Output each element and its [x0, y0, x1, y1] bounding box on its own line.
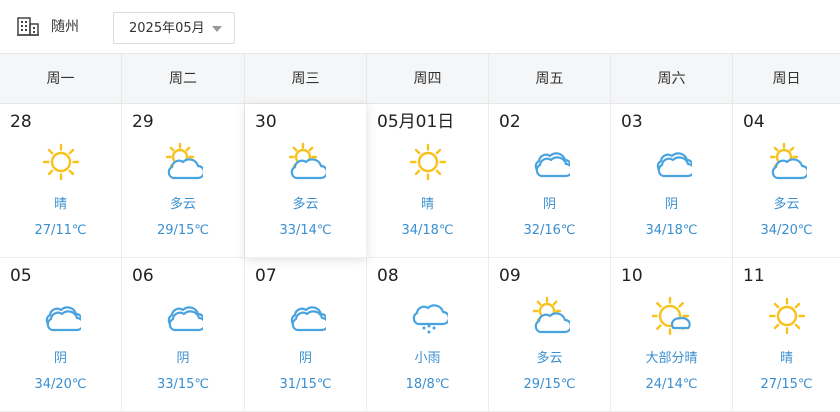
- day-date: 03: [621, 112, 643, 132]
- weather-condition: 阴: [176, 351, 190, 366]
- temperature-range: 29/15℃: [156, 223, 210, 238]
- cloudy-icon: [530, 142, 573, 182]
- temperature-range: 27/15℃: [760, 377, 813, 392]
- weather-condition: 晴: [779, 351, 793, 366]
- temperature-range: 29/15℃: [523, 377, 576, 392]
- day-date: 04: [743, 112, 765, 132]
- weather-condition: 多云: [169, 197, 196, 212]
- temperature-range: 24/14℃: [645, 377, 698, 392]
- day-date: 10: [621, 266, 643, 286]
- weekday-label: 周四: [367, 54, 489, 104]
- temperature-range: 33/15℃: [156, 377, 210, 392]
- partly-cloudy-icon: [286, 142, 328, 182]
- day-cell[interactable]: 03 阴 34/18℃: [611, 104, 733, 258]
- chevron-down-icon: [212, 26, 222, 32]
- weather-condition: 小雨: [414, 351, 441, 366]
- city-name[interactable]: 随州: [51, 18, 79, 36]
- day-cell[interactable]: 05月01日晴 34/18℃: [367, 104, 489, 258]
- day-date: 06: [132, 266, 154, 286]
- weekday-label: 周日: [772, 71, 801, 87]
- calendar-grid: 28 晴 27/11℃ 29 多云 29/15℃ 30 多云 33/14℃ 05月01日晴 34/1…: [0, 104, 840, 412]
- light-rain-icon: [408, 296, 450, 336]
- day-cell[interactable]: 10 大部分晴 24/14℃: [611, 258, 733, 412]
- weather-condition: 多云: [292, 197, 319, 212]
- cloudy-icon: [163, 296, 207, 336]
- weekday-header: 周一 周二 周三 周四 周五 周六 周日: [0, 54, 840, 104]
- day-date: 09: [499, 266, 521, 286]
- temperature-range: 34/18℃: [645, 223, 698, 238]
- temperature-range: 34/18℃: [401, 223, 454, 238]
- day-date: 11: [743, 266, 765, 286]
- mostly-sunny-icon: [650, 296, 692, 336]
- day-date: 08: [377, 266, 399, 286]
- weekday-label: 周六: [611, 54, 733, 104]
- sunny-icon: [41, 142, 81, 182]
- day-date: 29: [132, 112, 154, 132]
- month-select[interactable]: 2025年05月: [113, 12, 235, 44]
- temperature-range: 18/8℃: [405, 377, 450, 392]
- day-cell[interactable]: 09 多云 29/15℃: [489, 258, 611, 412]
- month-select-value: 2025年05月: [129, 21, 205, 36]
- day-cell[interactable]: 04 多云 34/20℃: [733, 104, 840, 258]
- partly-cloudy-icon: [163, 142, 206, 182]
- day-cell[interactable]: 06 阴 33/15℃: [122, 258, 245, 412]
- temperature-range: 27/11℃: [34, 223, 87, 238]
- temperature-range: 33/14℃: [279, 223, 332, 238]
- weekday-label: 周一: [0, 54, 122, 104]
- weekday-label: 周二: [122, 54, 245, 104]
- day-cell[interactable]: 28 晴 27/11℃: [0, 104, 122, 258]
- day-cell[interactable]: 30 多云 33/14℃: [245, 104, 367, 258]
- day-cell[interactable]: 07 阴 31/15℃: [245, 258, 367, 412]
- day-date: 07: [255, 266, 277, 286]
- day-date: 28: [10, 112, 32, 132]
- temperature-range: 32/16℃: [523, 223, 576, 238]
- weather-condition: 阴: [298, 351, 312, 366]
- sunny-icon: [767, 296, 807, 336]
- cloudy-icon: [286, 296, 329, 336]
- weather-condition: 晴: [53, 197, 67, 212]
- weather-condition: 阴: [542, 197, 556, 212]
- building-icon: [17, 17, 39, 36]
- temperature-range: 31/15℃: [279, 377, 332, 392]
- day-cell[interactable]: 11 晴 27/15℃: [733, 258, 840, 412]
- day-date: 05: [10, 266, 32, 286]
- cloudy-icon: [652, 142, 695, 182]
- day-cell[interactable]: 29 多云 29/15℃: [122, 104, 245, 258]
- temperature-range: 34/20℃: [760, 223, 813, 238]
- day-cell[interactable]: 08 小雨 18/8℃: [367, 258, 489, 412]
- cloudy-icon: [41, 296, 84, 336]
- day-cell[interactable]: 05 阴 34/20℃: [0, 258, 122, 412]
- weather-condition: 阴: [53, 351, 67, 366]
- partly-cloudy-icon: [530, 296, 572, 336]
- temperature-range: 34/20℃: [34, 377, 87, 392]
- partly-cloudy-icon: [767, 142, 809, 182]
- top-bar: 随州 2025年05月: [0, 0, 840, 54]
- weekday-label: 周三: [245, 54, 367, 104]
- day-cell[interactable]: 02 阴 32/16℃: [489, 104, 611, 258]
- weather-condition: 阴: [664, 197, 678, 212]
- weekday-label: 周五: [489, 54, 611, 104]
- weather-condition: 多云: [536, 351, 563, 366]
- day-date: 30: [255, 112, 277, 132]
- weather-condition: 大部分晴: [645, 351, 698, 366]
- day-date: 05月01日: [377, 112, 455, 132]
- weather-condition: 多云: [773, 197, 800, 212]
- day-date: 02: [499, 112, 521, 132]
- weather-condition: 晴: [420, 197, 434, 212]
- sunny-icon: [408, 142, 448, 182]
